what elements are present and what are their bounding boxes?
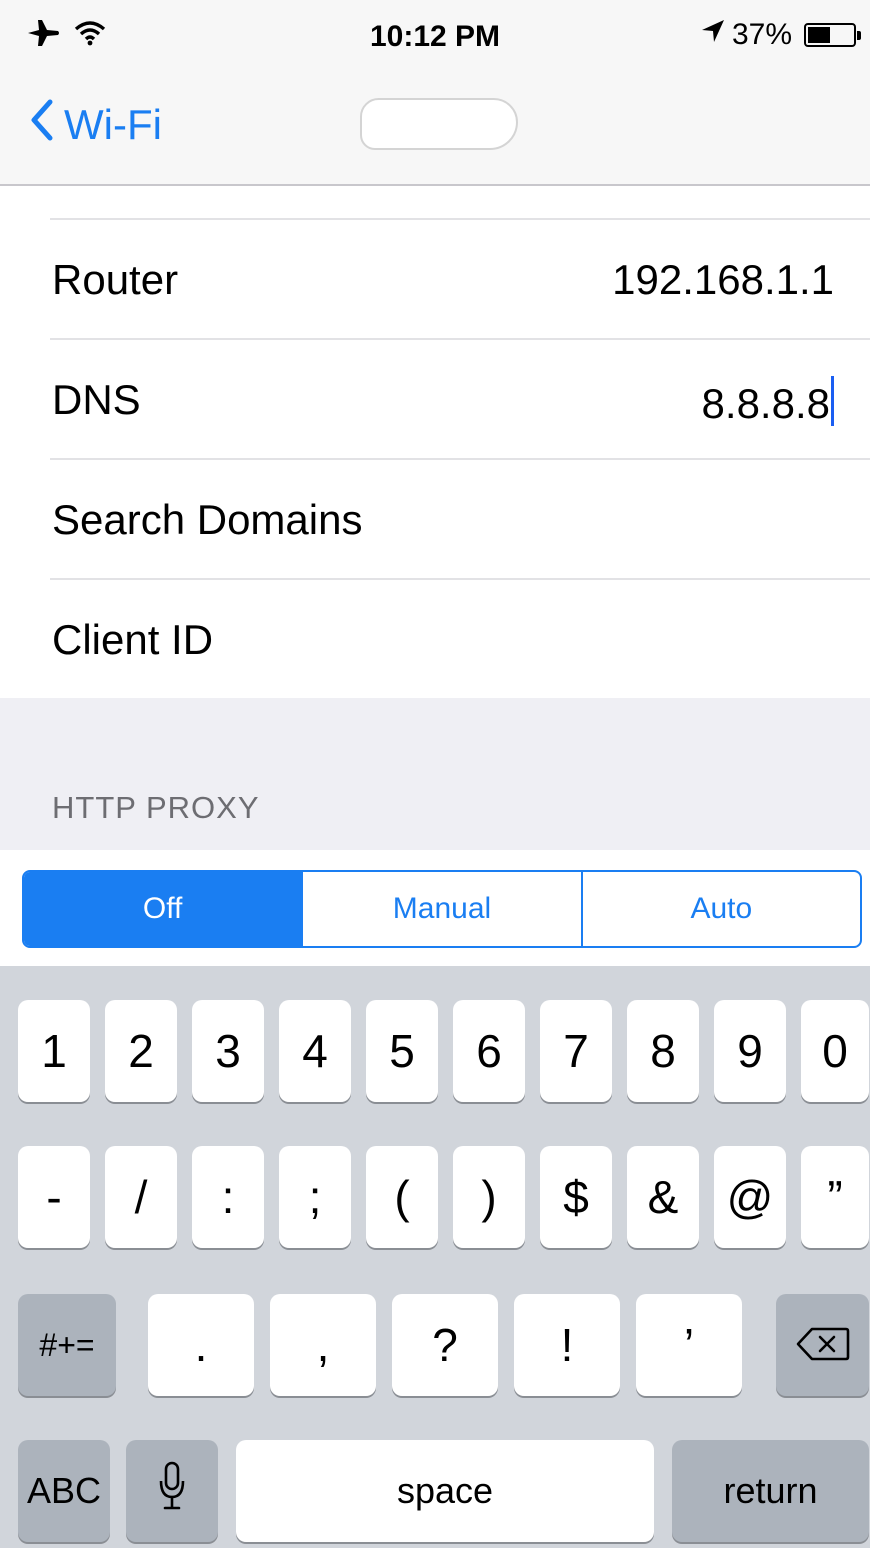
key-period[interactable]: .	[148, 1294, 254, 1396]
key-dollar[interactable]: $	[540, 1146, 612, 1248]
delete-key[interactable]	[776, 1294, 869, 1396]
key-8[interactable]: 8	[627, 1000, 699, 1102]
key-9[interactable]: 9	[714, 1000, 786, 1102]
segment-auto[interactable]: Auto	[580, 872, 860, 946]
key-question[interactable]: ?	[392, 1294, 498, 1396]
space-key[interactable]: space	[236, 1440, 654, 1542]
nav-bar: Wi-Fi	[0, 80, 870, 186]
row-dns[interactable]: DNS 8.8.8.8	[0, 340, 870, 460]
dictation-key[interactable]	[126, 1440, 218, 1542]
ip-settings-list: Router 192.168.1.1 DNS 8.8.8.8 Search Do…	[0, 186, 870, 698]
key-hyphen[interactable]: -	[18, 1146, 90, 1248]
key-semicolon[interactable]: ;	[279, 1146, 351, 1248]
more-symbols-key[interactable]: #+=	[18, 1294, 116, 1396]
chevron-left-icon	[30, 98, 54, 152]
http-proxy-header: HTTP PROXY	[52, 790, 260, 825]
key-at[interactable]: @	[714, 1146, 786, 1248]
back-button[interactable]: Wi-Fi	[30, 98, 162, 152]
battery-level	[808, 27, 831, 43]
segment-manual[interactable]: Manual	[301, 872, 580, 946]
row-router[interactable]: Router 192.168.1.1	[0, 220, 870, 340]
row-client-id[interactable]: Client ID	[0, 580, 870, 700]
numeric-keyboard: 1 2 3 4 5 6 7 8 9 0 - / : ; ( ) $ & @ ” …	[0, 966, 870, 1548]
location-arrow-icon	[700, 18, 726, 52]
status-bar: 10:12 PM 37%	[0, 0, 870, 80]
key-7[interactable]: 7	[540, 1000, 612, 1102]
dns-field[interactable]: 8.8.8.8	[702, 376, 834, 428]
backspace-icon	[796, 1318, 850, 1372]
key-2[interactable]: 2	[105, 1000, 177, 1102]
text-caret	[831, 376, 834, 426]
dns-label: DNS	[52, 376, 141, 423]
http-proxy-segmented-control: Off Manual Auto	[22, 870, 862, 948]
battery-icon	[804, 23, 861, 47]
microphone-icon	[158, 1461, 186, 1522]
key-1[interactable]: 1	[18, 1000, 90, 1102]
proxy-control-area: Off Manual Auto	[0, 850, 870, 966]
router-value: 192.168.1.1	[612, 256, 834, 303]
abc-key[interactable]: ABC	[18, 1440, 110, 1542]
search-domains-label: Search Domains	[52, 496, 363, 543]
back-label: Wi-Fi	[64, 101, 162, 148]
key-ampersand[interactable]: &	[627, 1146, 699, 1248]
dns-value: 8.8.8.8	[701, 380, 830, 427]
status-right: 37%	[700, 18, 861, 52]
return-key[interactable]: return	[672, 1440, 869, 1542]
key-slash[interactable]: /	[105, 1146, 177, 1248]
key-close-paren[interactable]: )	[453, 1146, 525, 1248]
battery-percent: 37%	[731, 18, 792, 51]
key-comma[interactable]: ,	[270, 1294, 376, 1396]
router-label: Router	[52, 256, 179, 303]
key-apostrophe[interactable]: ’	[636, 1294, 742, 1396]
redacted-title	[360, 98, 518, 150]
key-open-paren[interactable]: (	[366, 1146, 438, 1248]
segment-off[interactable]: Off	[24, 872, 302, 946]
key-quote[interactable]: ”	[801, 1146, 869, 1248]
key-3[interactable]: 3	[192, 1000, 264, 1102]
client-id-label: Client ID	[52, 616, 214, 663]
key-exclamation[interactable]: !	[514, 1294, 620, 1396]
key-5[interactable]: 5	[366, 1000, 438, 1102]
section-spacer: HTTP PROXY	[0, 698, 870, 850]
key-0[interactable]: 0	[801, 1000, 869, 1102]
key-6[interactable]: 6	[453, 1000, 525, 1102]
key-colon[interactable]: :	[192, 1146, 264, 1248]
key-4[interactable]: 4	[279, 1000, 351, 1102]
row-search-domains[interactable]: Search Domains	[0, 460, 870, 580]
